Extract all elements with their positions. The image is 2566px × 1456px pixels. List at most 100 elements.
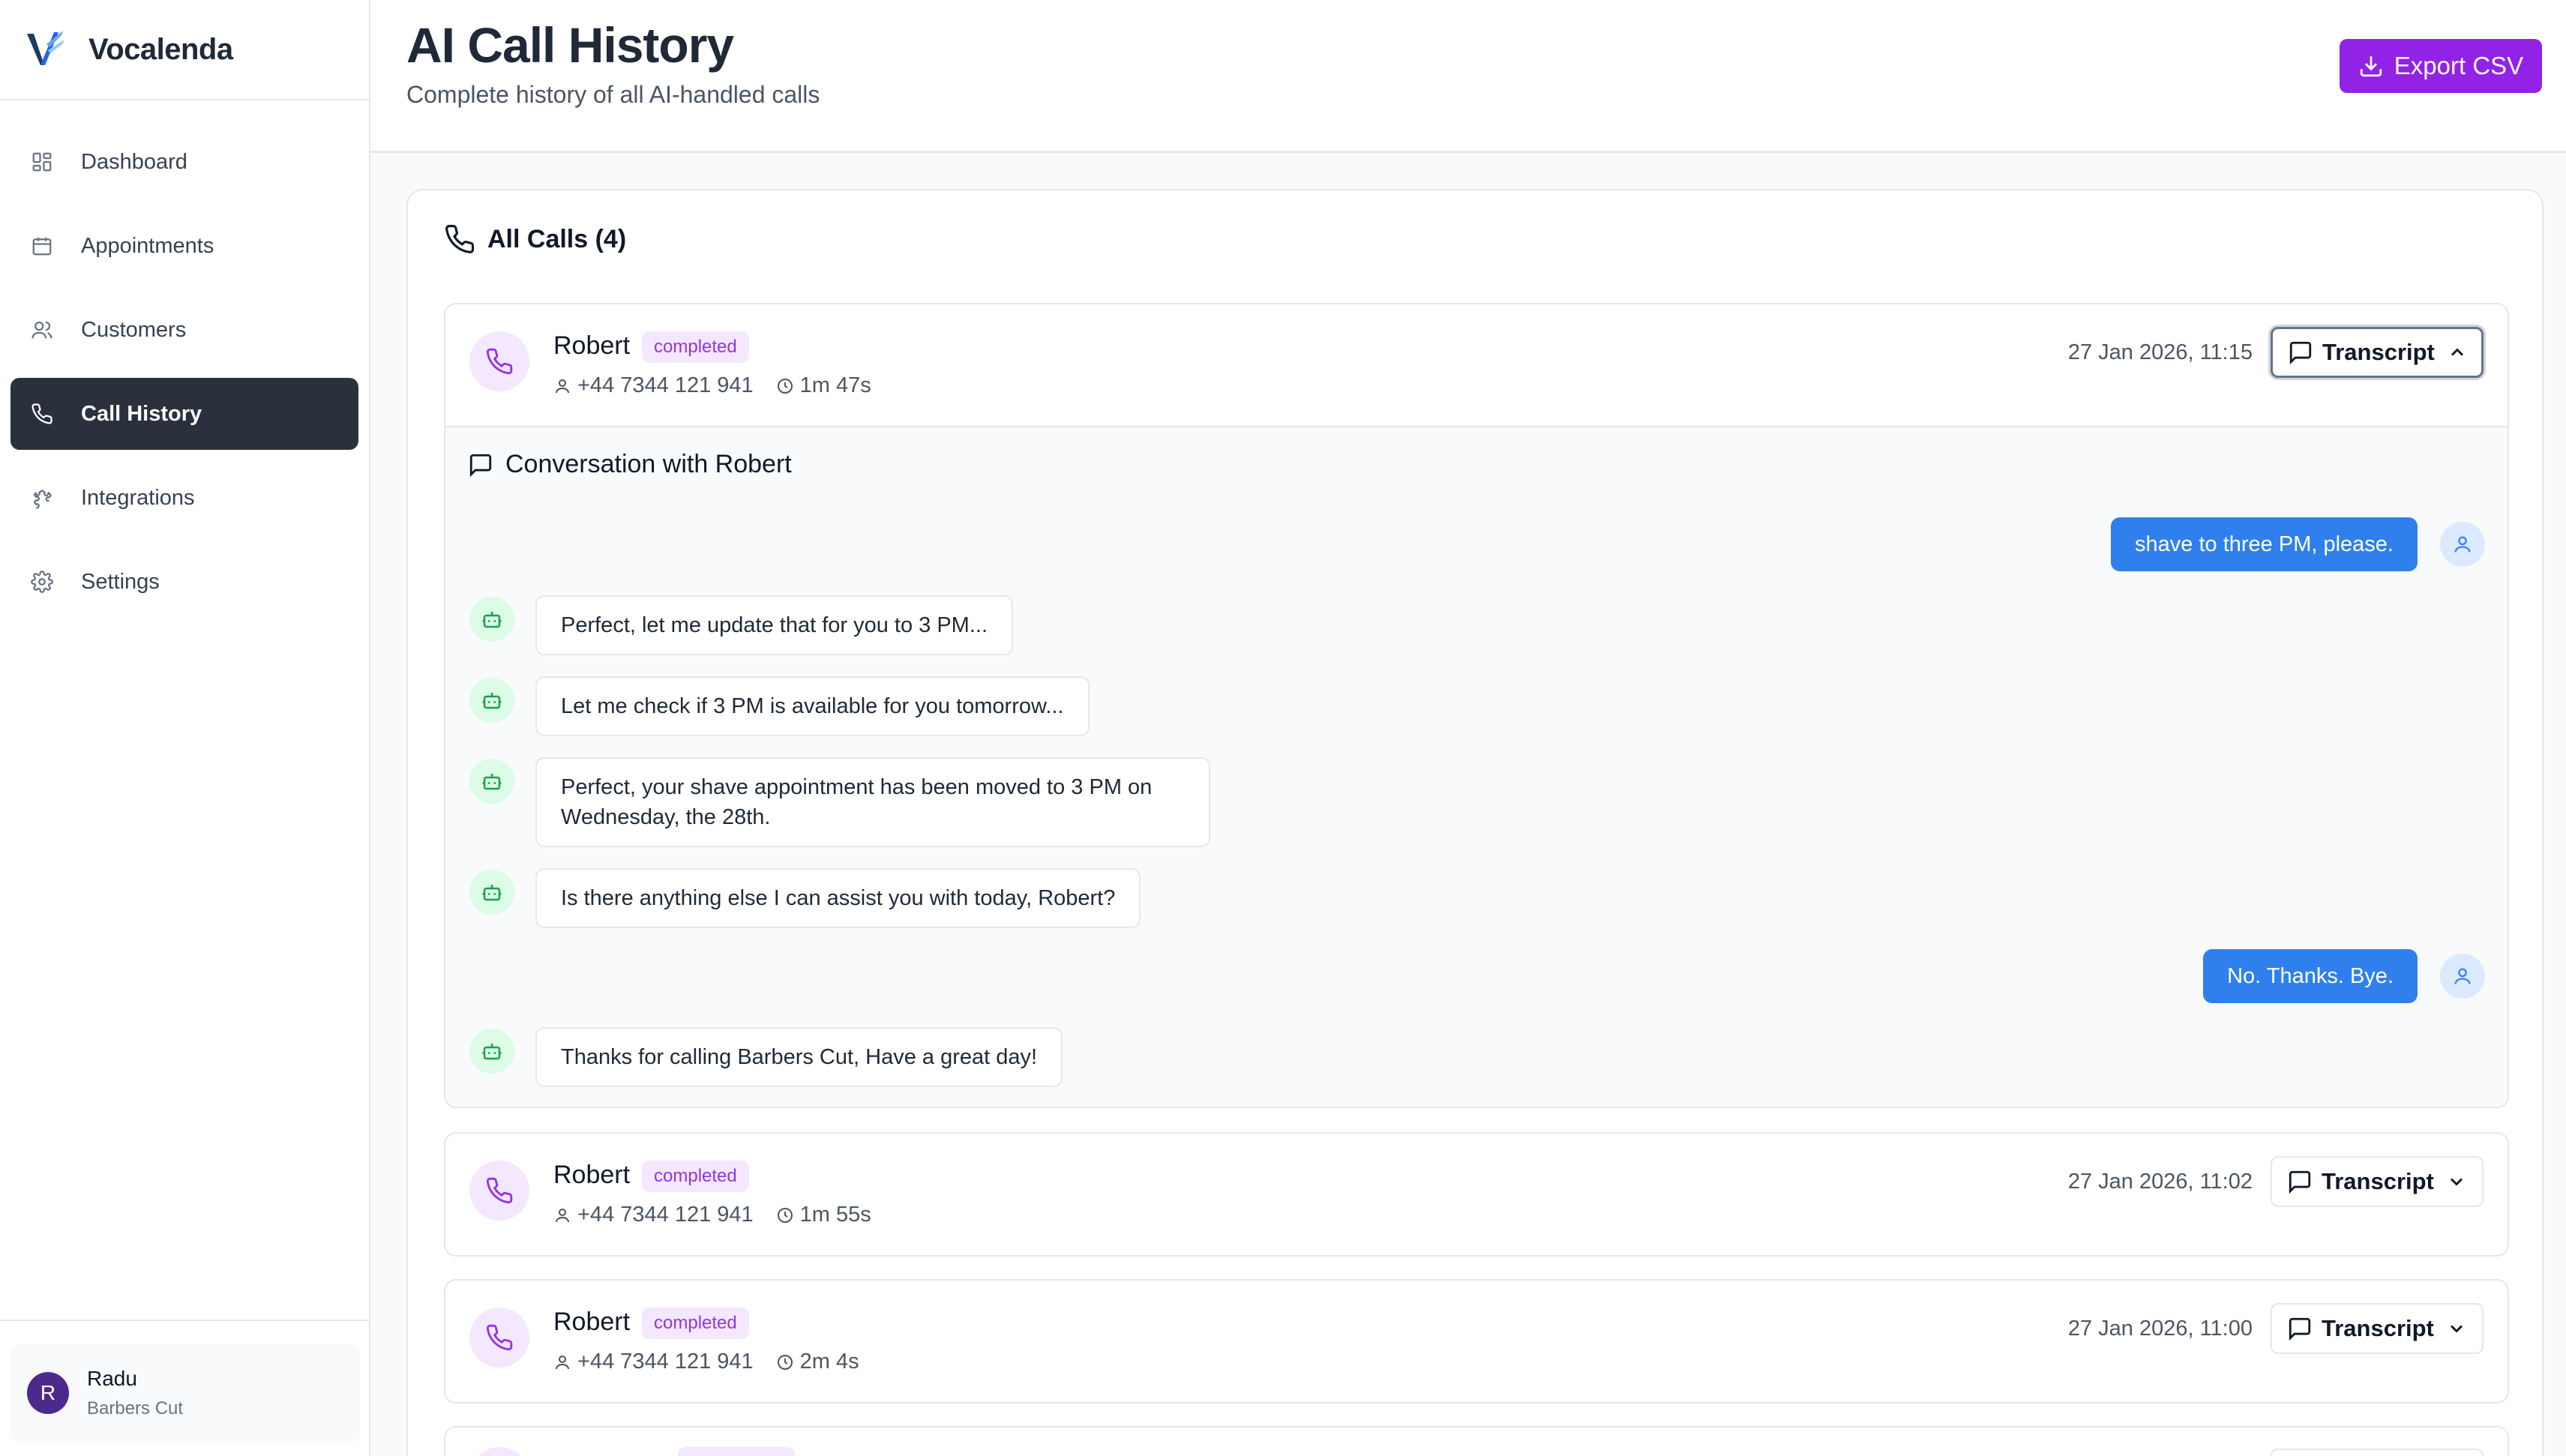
calls-card-title: All Calls (4) (444, 223, 626, 255)
grid-icon (28, 148, 55, 175)
user-meta: Radu Barbers Cut (87, 1367, 183, 1419)
calls-card-title-text: All Calls (4) (487, 224, 627, 253)
clock-icon (776, 1206, 794, 1224)
user-card[interactable]: R Radu Barbers Cut (10, 1344, 360, 1443)
ai-message: Perfect, your shave appointment has been… (535, 757, 1210, 847)
gear-icon (28, 568, 55, 595)
chevron-down-icon (2446, 1318, 2467, 1339)
page-header: AI Call History Complete history of all … (370, 0, 2566, 153)
vocalenda-logo-icon (27, 31, 64, 65)
call-avatar (469, 1161, 529, 1221)
user-icon (553, 1353, 571, 1371)
status-badge: completed (642, 1161, 749, 1192)
conversation-title-text: Conversation with Robert (505, 450, 792, 478)
transcript-toggle-button[interactable]: Transcript (2271, 327, 2484, 378)
call-row-header[interactable]: Robert completed +44 7344 121 941 2m 4s … (445, 1281, 2508, 1402)
phone-icon (486, 1177, 513, 1204)
bot-icon (469, 597, 514, 642)
caller-phone: +44 7344 121 941 (577, 1350, 754, 1374)
brand-name: Vocalenda (88, 32, 233, 66)
transcript-label: Transcript (2322, 1168, 2434, 1194)
conversation-title: Conversation with Robert (468, 450, 792, 479)
user-icon (553, 377, 571, 395)
chevron-up-icon (2447, 342, 2468, 363)
call-row: Robert completed +44 7344 121 941 2m 4s … (444, 1279, 2509, 1404)
sidebar-item-appointments[interactable]: Appointments (10, 210, 358, 282)
message-icon (2287, 1316, 2313, 1341)
bot-icon (469, 678, 514, 723)
user-name: Radu (87, 1367, 137, 1390)
page-subtitle: Complete history of all AI-handled calls (406, 81, 820, 108)
status-badge: completed (642, 1308, 749, 1339)
caller-name: Robert (553, 331, 631, 360)
sidebar-nav: Dashboard Appointments Customers Call Hi… (0, 100, 369, 618)
sidebar: Vocalenda Dashboard Appointments Custome… (0, 0, 370, 1456)
message-icon (2288, 340, 2313, 365)
transcript-toggle-button[interactable]: Transcript (2271, 1156, 2484, 1207)
user-avatar-icon (2440, 522, 2485, 567)
transcript-label: Transcript (2322, 1315, 2434, 1341)
page-title: AI Call History (406, 17, 734, 73)
sidebar-item-integrations[interactable]: Integrations (10, 462, 358, 534)
transcript-toggle-button[interactable] (2271, 1449, 2484, 1456)
clock-icon (776, 377, 794, 395)
caller-name: Robert (553, 1308, 631, 1336)
sidebar-item-label: Settings (81, 569, 160, 594)
sidebar-item-label: Appointments (81, 233, 214, 258)
phone-icon (28, 400, 55, 427)
sidebar-item-label: Integrations (81, 485, 195, 510)
chevron-down-icon (2446, 1171, 2467, 1192)
user-icon (553, 1206, 571, 1224)
call-row-header[interactable]: Robert completed +44 7344 121 941 1m 55s… (445, 1134, 2508, 1255)
sidebar-item-label: Customers (81, 317, 187, 342)
calendar-icon (28, 232, 55, 259)
sidebar-item-call-history[interactable]: Call History (10, 378, 358, 450)
call-duration: 2m 4s (799, 1350, 859, 1374)
call-row[interactable] (444, 1426, 2509, 1456)
call-duration: 1m 47s (799, 373, 871, 397)
calls-card: All Calls (4) Robert completed +44 7344 … (406, 189, 2544, 1456)
call-date: 27 Jan 2026, 11:02 (2067, 1170, 2253, 1194)
sidebar-footer: R Radu Barbers Cut (0, 1320, 370, 1456)
call-avatar (469, 1308, 529, 1368)
transcript-toggle-button[interactable]: Transcript (2271, 1303, 2484, 1354)
call-avatar (469, 1447, 529, 1456)
call-row: Robert completed +44 7344 121 941 1m 55s… (444, 1132, 2509, 1257)
phone-icon (444, 223, 475, 255)
user-avatar-icon (2440, 954, 2485, 999)
puzzle-icon (28, 484, 55, 511)
phone-icon (486, 348, 513, 375)
bot-icon (469, 759, 514, 804)
bot-icon (469, 870, 514, 915)
users-icon (28, 316, 55, 343)
caller-phone: +44 7344 121 941 (577, 373, 754, 397)
status-badge: completed (642, 331, 749, 363)
call-row-header[interactable]: Robert completed +44 7344 121 941 1m 47s… (445, 304, 2508, 426)
sidebar-item-settings[interactable]: Settings (10, 546, 358, 618)
user-message: shave to three PM, please. (2111, 517, 2418, 571)
message-icon (468, 452, 493, 478)
status-badge (678, 1447, 795, 1456)
call-meta: +44 7344 121 941 1m 47s (553, 373, 871, 398)
ai-message: Perfect, let me update that for you to 3… (535, 595, 1014, 655)
sidebar-item-customers[interactable]: Customers (10, 294, 358, 366)
sidebar-item-dashboard[interactable]: Dashboard (10, 126, 358, 198)
export-csv-label: Export CSV (2394, 52, 2524, 79)
ai-message: Is there anything else I can assist you … (535, 868, 1141, 928)
caller-name: Robert (553, 1161, 631, 1189)
call-avatar (469, 331, 529, 391)
call-date: 27 Jan 2026, 11:15 (2067, 340, 2253, 364)
phone-icon (486, 1324, 513, 1351)
call-meta: +44 7344 121 941 2m 4s (553, 1350, 859, 1374)
export-csv-button[interactable]: Export CSV (2340, 39, 2542, 93)
sidebar-item-label: Call History (81, 401, 202, 426)
download-icon (2358, 53, 2384, 79)
ai-message: Thanks for calling Barbers Cut, Have a g… (535, 1027, 1063, 1087)
user-message: No. Thanks. Bye. (2203, 949, 2418, 1003)
bot-icon (469, 1029, 514, 1074)
sidebar-item-label: Dashboard (81, 149, 187, 174)
call-row: Robert completed +44 7344 121 941 1m 47s… (444, 303, 2509, 1108)
user-business: Barbers Cut (87, 1398, 184, 1419)
call-duration: 1m 55s (799, 1203, 871, 1227)
brand[interactable]: Vocalenda (0, 0, 369, 100)
